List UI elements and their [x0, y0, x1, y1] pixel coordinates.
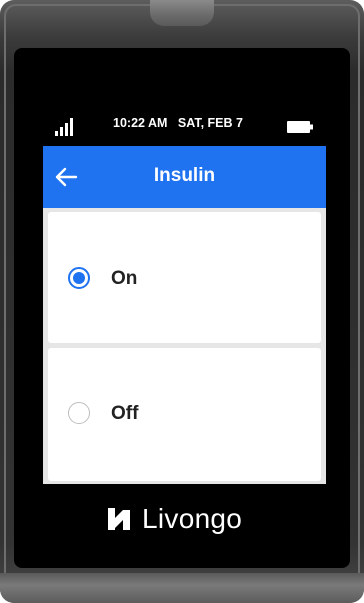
option-off-label: Off: [111, 403, 139, 424]
option-off[interactable]: Off: [48, 348, 321, 481]
screen: 10:22 AM SAT, FEB 7 Insulin On Off: [43, 104, 326, 484]
radio-off[interactable]: [68, 402, 90, 424]
brand: Livongo: [108, 502, 242, 536]
time-date: 10:22 AM SAT, FEB 7: [113, 116, 243, 130]
battery-full-icon: [287, 121, 313, 133]
options-list: On Off: [43, 208, 326, 484]
device-bottom-band: [0, 573, 364, 603]
device-top-clip: [150, 0, 214, 26]
brand-name: Livongo: [142, 503, 243, 534]
status-bar: 10:22 AM SAT, FEB 7: [43, 104, 326, 146]
page-title: Insulin: [153, 165, 216, 186]
status-time: 10:22 AM: [113, 116, 168, 130]
option-on-label: On: [111, 268, 138, 289]
signal-bars-icon: [55, 118, 73, 136]
glucose-meter-device: 10:22 AM SAT, FEB 7 Insulin On Off Livon…: [0, 0, 364, 603]
header-bar: Insulin: [43, 146, 326, 208]
status-date: SAT, FEB 7: [177, 116, 243, 130]
livongo-logo-icon: [108, 508, 130, 530]
option-on[interactable]: On: [48, 212, 321, 343]
radio-on[interactable]: [68, 267, 90, 289]
